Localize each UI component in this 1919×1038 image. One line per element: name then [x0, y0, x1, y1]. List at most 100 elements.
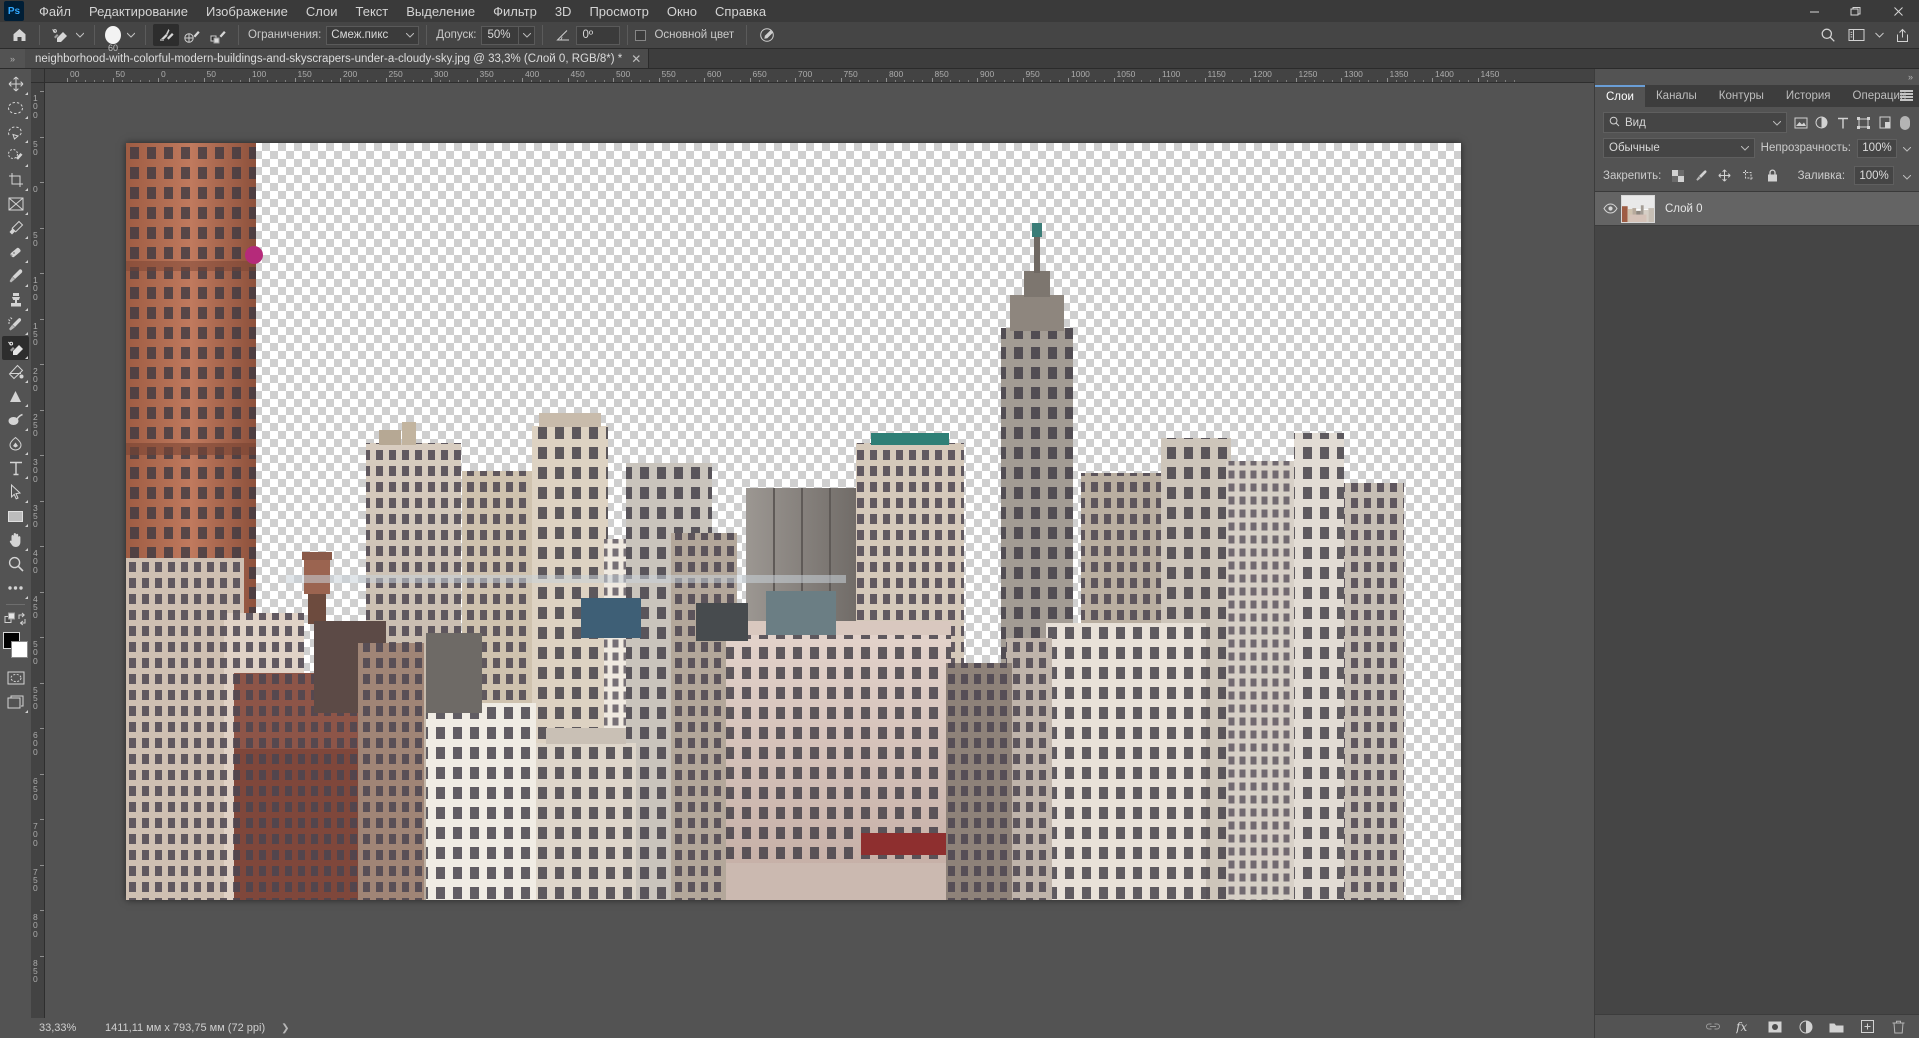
layer-row[interactable]: Слой 0: [1595, 192, 1919, 226]
pen-tool[interactable]: [2, 432, 29, 456]
menu-window[interactable]: Окно: [658, 1, 706, 22]
status-expand-icon[interactable]: ❯: [281, 1023, 289, 1034]
menu-image[interactable]: Изображение: [197, 1, 297, 22]
filter-smart-object-icon[interactable]: [1877, 114, 1892, 132]
rectangle-tool[interactable]: [2, 504, 29, 528]
menu-layers[interactable]: Слои: [297, 1, 347, 22]
marquee-tool[interactable]: [2, 96, 29, 120]
tolerance-slider-chevron-icon[interactable]: [519, 25, 536, 45]
layer-style-fx-icon[interactable]: fx: [1735, 1018, 1752, 1035]
panel-tab-layers[interactable]: Слои: [1595, 85, 1645, 107]
layers-list[interactable]: Слой 0: [1595, 191, 1919, 1014]
clone-stamp-tool[interactable]: [2, 288, 29, 312]
tool-preset-chevron-icon[interactable]: [73, 24, 87, 46]
lasso-tool[interactable]: [2, 120, 29, 144]
filter-shape-icon[interactable]: [1856, 114, 1871, 132]
menu-type[interactable]: Текст: [347, 1, 398, 22]
layer-name[interactable]: Слой 0: [1665, 203, 1703, 215]
blur-tool[interactable]: [2, 384, 29, 408]
lock-position-icon[interactable]: [1718, 168, 1733, 183]
path-selection-tool[interactable]: [2, 480, 29, 504]
blend-mode-select[interactable]: Обычные: [1603, 138, 1755, 158]
brush-tool[interactable]: [2, 264, 29, 288]
fill-input[interactable]: 100%: [1854, 166, 1895, 185]
menu-3d[interactable]: 3D: [546, 1, 581, 22]
limits-select[interactable]: Смеж.пикс: [326, 25, 420, 45]
lock-artboard-icon[interactable]: [1741, 168, 1756, 183]
hand-tool[interactable]: [2, 528, 29, 552]
filter-image-icon[interactable]: [1793, 114, 1808, 132]
screen-mode-icon[interactable]: [2, 690, 29, 714]
document-canvas[interactable]: [126, 143, 1461, 900]
fill-chevron-icon[interactable]: [1902, 167, 1912, 185]
menu-file[interactable]: Файл: [30, 1, 80, 22]
add-mask-icon[interactable]: [1766, 1018, 1783, 1035]
delete-layer-icon[interactable]: [1890, 1018, 1907, 1035]
document-viewport[interactable]: [45, 83, 1594, 1018]
close-button[interactable]: [1877, 0, 1919, 22]
zoom-level[interactable]: 33,33%: [39, 1022, 101, 1034]
quick-mask-icon[interactable]: [2, 666, 29, 690]
filter-text-icon[interactable]: [1835, 114, 1850, 132]
collapse-panels-icon[interactable]: »: [0, 49, 25, 68]
adjustment-layer-icon[interactable]: [1797, 1018, 1814, 1035]
layer-filter-select[interactable]: Вид: [1603, 112, 1787, 133]
eraser-tool[interactable]: [2, 336, 29, 360]
panel-tab-paths[interactable]: Контуры: [1708, 85, 1775, 107]
tolerance-input[interactable]: 50%: [481, 25, 520, 45]
menu-view[interactable]: Просмотр: [580, 1, 657, 22]
close-icon[interactable]: ✕: [631, 52, 641, 66]
tablet-pressure-icon[interactable]: [754, 24, 780, 46]
sampling-background-swatch-icon[interactable]: [205, 24, 231, 46]
panel-tab-channels[interactable]: Каналы: [1645, 85, 1708, 107]
document-tab[interactable]: neighborhood-with-colorful-modern-buildi…: [25, 49, 650, 68]
lock-transparency-icon[interactable]: [1670, 168, 1685, 183]
more-tools[interactable]: [2, 576, 29, 600]
chevron-down-icon[interactable]: [1871, 24, 1887, 46]
link-layers-icon[interactable]: [1704, 1018, 1721, 1035]
menu-filter[interactable]: Фильтр: [484, 1, 546, 22]
opacity-input[interactable]: 100%: [1857, 138, 1897, 158]
layer-visibility-eye-icon[interactable]: [1599, 203, 1621, 214]
menu-help[interactable]: Справка: [706, 1, 775, 22]
quick-selection-tool[interactable]: [2, 144, 29, 168]
protect-foreground-checkbox[interactable]: Основной цвет: [635, 29, 739, 41]
minimize-button[interactable]: [1793, 0, 1835, 22]
gradient-tool[interactable]: [2, 360, 29, 384]
chevron-down-icon[interactable]: [1772, 117, 1782, 129]
workspace-icon[interactable]: [1843, 24, 1869, 46]
layer-thumbnail[interactable]: [1621, 194, 1655, 223]
move-tool[interactable]: [2, 72, 29, 96]
filter-adjustment-icon[interactable]: [1814, 114, 1829, 132]
vertical-ruler[interactable]: 100 50 0 50 100 150 200 250 300 350 400 450 500 550 60…: [31, 83, 45, 1018]
background-color-swatch[interactable]: [11, 641, 28, 658]
search-icon[interactable]: [1815, 24, 1841, 46]
horizontal-ruler[interactable]: 00 50 0 50 100 150 200 250 300 350 400 450 500 550 600…: [45, 69, 1594, 83]
new-layer-icon[interactable]: [1859, 1018, 1876, 1035]
ruler-corner[interactable]: [31, 69, 45, 83]
background-eraser-icon[interactable]: [47, 24, 73, 46]
brush-preset-picker[interactable]: 60: [102, 24, 124, 53]
expand-panels-icon[interactable]: »: [1595, 69, 1919, 85]
dodge-tool[interactable]: [2, 408, 29, 432]
angle-input[interactable]: 0º: [576, 25, 621, 45]
frame-tool[interactable]: [2, 192, 29, 216]
crop-tool[interactable]: [2, 168, 29, 192]
menu-select[interactable]: Выделение: [397, 1, 484, 22]
filter-toggle[interactable]: [1898, 112, 1911, 133]
type-tool[interactable]: [2, 456, 29, 480]
zoom-tool[interactable]: [2, 552, 29, 576]
sampling-continuous-icon[interactable]: [153, 24, 179, 46]
lock-all-icon[interactable]: [1765, 168, 1780, 183]
panel-menu-icon[interactable]: [1900, 90, 1913, 101]
share-icon[interactable]: [1889, 24, 1915, 46]
eyedropper-tool[interactable]: [2, 216, 29, 240]
new-group-icon[interactable]: [1828, 1018, 1845, 1035]
healing-brush-tool[interactable]: [2, 240, 29, 264]
color-swatches[interactable]: [2, 632, 29, 660]
panel-tab-history[interactable]: История: [1775, 85, 1842, 107]
default-colors-and-swap-icons[interactable]: [2, 609, 29, 629]
home-icon[interactable]: [6, 24, 32, 46]
lock-image-icon[interactable]: [1694, 168, 1709, 183]
history-brush-tool[interactable]: [2, 312, 29, 336]
